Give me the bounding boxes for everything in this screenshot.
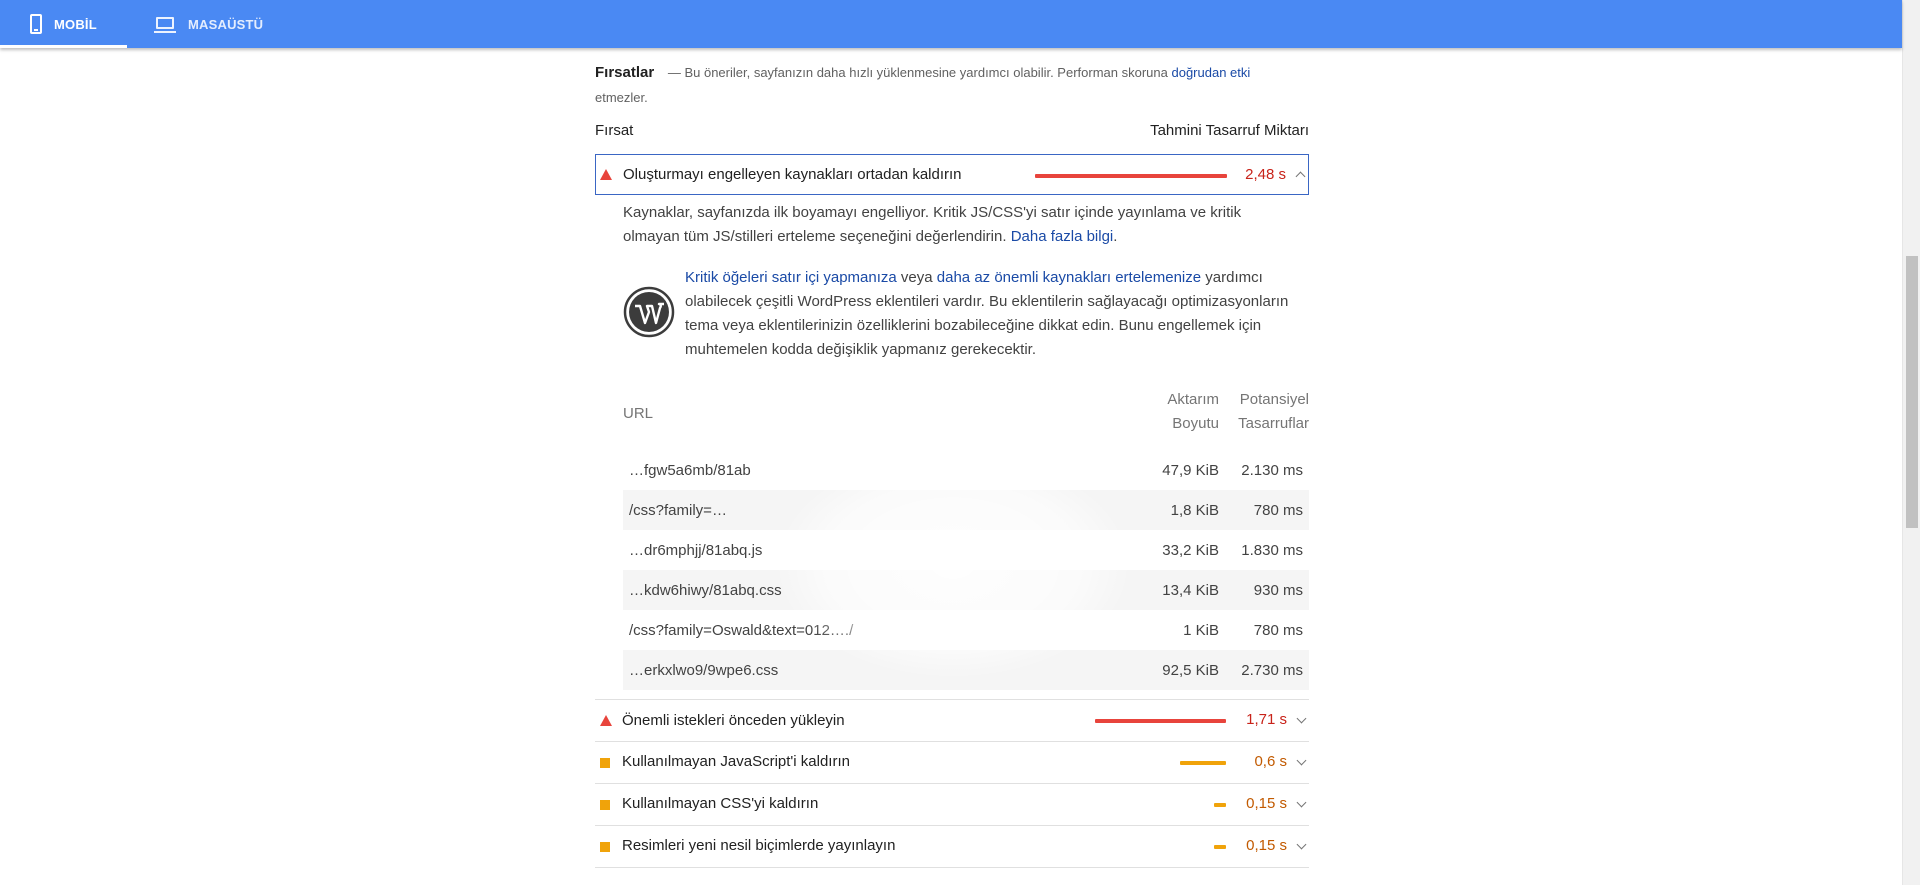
table-row: …erkxlwo9/9wpe6.css 92,5 KiB 2.730 ms bbox=[623, 650, 1309, 690]
intro-dash: — bbox=[667, 65, 681, 80]
learn-more-link[interactable]: Daha fazla bilgi bbox=[1011, 228, 1114, 245]
audit-next-gen-images[interactable]: Resimleri yeni nesil biçimlerde yayınlay… bbox=[595, 825, 1309, 867]
tab-desktop[interactable]: MASAÜSTÜ bbox=[154, 0, 263, 48]
row-size: 1 KiB bbox=[1183, 621, 1219, 639]
row-savings: 2.730 ms bbox=[1241, 661, 1303, 679]
row-savings: 2.130 ms bbox=[1241, 461, 1303, 479]
divider bbox=[595, 867, 1309, 868]
savings-bar bbox=[1214, 803, 1226, 807]
audit-render-blocking[interactable]: Oluşturmayı engelleyen kaynakları ortada… bbox=[595, 154, 1309, 195]
row-size: 1,8 KiB bbox=[1170, 501, 1219, 519]
table-header: URL Aktarım Boyutu Potansiyel Tasarruflar bbox=[623, 388, 1309, 442]
intro-tail: etmezler. bbox=[595, 90, 648, 105]
average-square-icon bbox=[600, 842, 610, 852]
description-text: Kaynaklar, sayfanızda ilk boyamayı engel… bbox=[623, 204, 1242, 245]
savings-bar bbox=[1214, 845, 1226, 849]
row-savings: 780 ms bbox=[1253, 501, 1303, 519]
wp-mid-text: veya bbox=[900, 269, 933, 286]
column-header-opportunity: Fırsat bbox=[595, 122, 634, 139]
description-end: . bbox=[1113, 228, 1118, 245]
direct-impact-link[interactable]: doğrudan etki bbox=[1171, 65, 1250, 80]
chevron-down-icon[interactable] bbox=[1296, 797, 1307, 808]
audit-preload-requests[interactable]: Önemli istekleri önceden yükleyin 1,71 s bbox=[595, 699, 1309, 741]
wordpress-tip-text: Kritik öğeleri satır içi yapmanıza veya … bbox=[685, 266, 1309, 362]
chevron-down-icon[interactable] bbox=[1296, 713, 1307, 724]
audit-title: Kullanılmayan CSS'yi kaldırın bbox=[622, 795, 819, 812]
savings-bar bbox=[1180, 761, 1226, 765]
row-size: 33,2 KiB bbox=[1162, 541, 1219, 559]
audit-title: Oluşturmayı engelleyen kaynakları ortada… bbox=[623, 166, 962, 183]
savings-value: 0,6 s bbox=[1254, 753, 1287, 770]
phone-icon bbox=[30, 14, 42, 34]
column-header-savings: Tahmini Tasarruf Miktarı bbox=[1150, 122, 1309, 139]
audit-title: Önemli istekleri önceden yükleyin bbox=[622, 712, 845, 729]
intro-text: Bu öneriler, sayfanızın daha hızlı yükle… bbox=[684, 65, 1168, 80]
row-size: 13,4 KiB bbox=[1162, 581, 1219, 599]
inline-critical-link[interactable]: Kritik öğeleri satır içi yapmanıza bbox=[685, 269, 897, 286]
row-url[interactable]: …erkxlwo9/9wpe6.css bbox=[629, 662, 778, 679]
column-url: URL bbox=[623, 405, 654, 422]
savings-value: 0,15 s bbox=[1246, 837, 1287, 854]
tab-mobile[interactable]: MOBİL bbox=[30, 0, 97, 48]
tab-desktop-label: MASAÜSTÜ bbox=[188, 16, 264, 32]
resource-table: URL Aktarım Boyutu Potansiyel Tasarruflar … bbox=[623, 388, 1309, 690]
audit-description: Kaynaklar, sayfanızda ilk boyamayı engel… bbox=[623, 201, 1283, 249]
audit-title: Resimleri yeni nesil biçimlerde yayınlay… bbox=[622, 837, 896, 854]
table-row: /css?family=… 1,8 KiB 780 ms bbox=[623, 490, 1309, 530]
row-url[interactable]: …kdw6hiwy/81abq.css bbox=[629, 582, 782, 599]
row-savings: 930 ms bbox=[1253, 581, 1303, 599]
chevron-up-icon[interactable] bbox=[1295, 171, 1306, 182]
average-square-icon bbox=[600, 800, 610, 810]
page-scrollbar[interactable] bbox=[1902, 0, 1920, 885]
audit-unused-css[interactable]: Kullanılmayan CSS'yi kaldırın 0,15 s bbox=[595, 783, 1309, 825]
device-tab-bar: MOBİL MASAÜSTÜ bbox=[0, 0, 1902, 48]
audit-title: Kullanılmayan JavaScript'i kaldırın bbox=[622, 753, 850, 770]
row-size: 92,5 KiB bbox=[1162, 661, 1219, 679]
column-potential-savings: Potansiyel Tasarruflar bbox=[1238, 391, 1309, 432]
chevron-down-icon[interactable] bbox=[1296, 755, 1307, 766]
defer-resources-link[interactable]: daha az önemli kaynakları ertelemenize bbox=[937, 269, 1201, 286]
laptop-icon bbox=[154, 17, 176, 33]
active-tab-indicator bbox=[0, 45, 127, 48]
column-transfer-size: Aktarım Boyutu bbox=[1167, 391, 1219, 432]
row-savings: 1.830 ms bbox=[1241, 541, 1303, 559]
savings-bar bbox=[1095, 719, 1226, 723]
section-title: Fırsatlar bbox=[595, 64, 655, 81]
table-row: …kdw6hiwy/81abq.css 13,4 KiB 930 ms bbox=[623, 570, 1309, 610]
tab-mobile-label: MOBİL bbox=[54, 16, 97, 32]
opportunities-intro: Fırsatlar — Bu öneriler, sayfanızın daha… bbox=[595, 60, 1309, 110]
savings-value: 0,15 s bbox=[1246, 795, 1287, 812]
scrollbar-thumb[interactable] bbox=[1906, 256, 1918, 528]
table-row: …dr6mphjj/81abq.js 33,2 KiB 1.830 ms bbox=[623, 530, 1309, 570]
row-url[interactable]: /css?family=Oswald&text=012…./ bbox=[629, 622, 853, 639]
wordpress-icon bbox=[623, 286, 675, 338]
savings-bar bbox=[1035, 174, 1227, 178]
chevron-down-icon[interactable] bbox=[1296, 839, 1307, 850]
fail-triangle-icon bbox=[600, 169, 612, 180]
row-size: 47,9 KiB bbox=[1162, 461, 1219, 479]
average-square-icon bbox=[600, 758, 610, 768]
row-url[interactable]: …fgw5a6mb/81ab bbox=[629, 462, 751, 479]
fail-triangle-icon bbox=[600, 715, 612, 726]
table-row: /css?family=Oswald&text=012…./ 1 KiB 780… bbox=[623, 610, 1309, 650]
audit-unused-js[interactable]: Kullanılmayan JavaScript'i kaldırın 0,6 … bbox=[595, 741, 1309, 783]
savings-value: 1,71 s bbox=[1246, 711, 1287, 728]
row-url[interactable]: …dr6mphjj/81abq.js bbox=[629, 542, 762, 559]
row-url[interactable]: /css?family=… bbox=[629, 502, 727, 519]
table-row: …fgw5a6mb/81ab 47,9 KiB 2.130 ms bbox=[623, 450, 1309, 490]
row-savings: 780 ms bbox=[1253, 621, 1303, 639]
savings-value: 2,48 s bbox=[1245, 166, 1286, 183]
